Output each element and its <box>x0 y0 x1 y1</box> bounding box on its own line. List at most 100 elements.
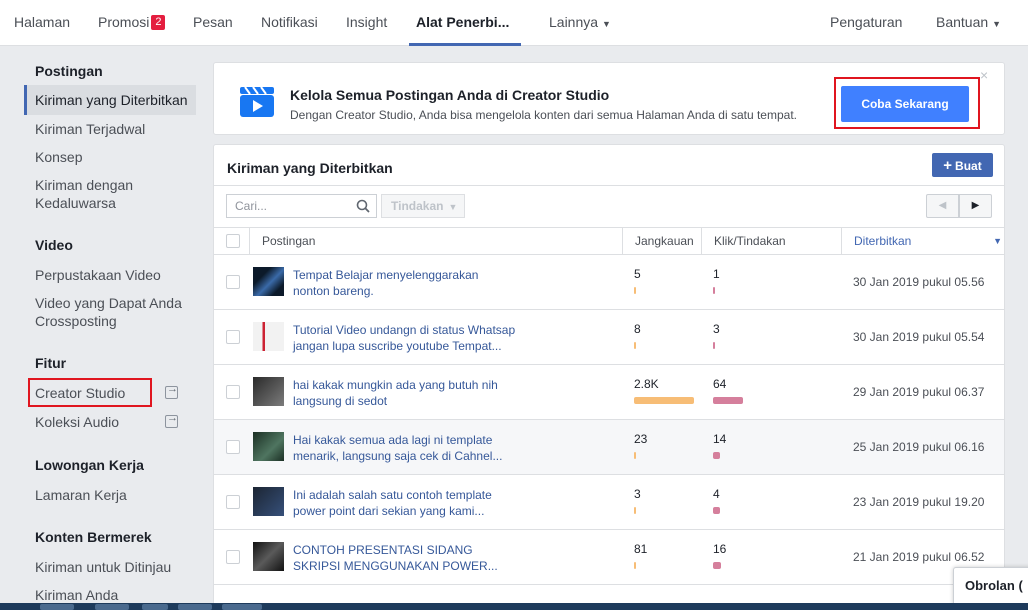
column-reach[interactable]: Jangkauan <box>622 228 701 255</box>
post-thumbnail[interactable] <box>253 542 284 571</box>
sidebar-item-crosspost-video[interactable]: Video yang Dapat Anda Crossposting <box>35 294 195 330</box>
table-row[interactable]: CONTOH PRESENTASI SIDANG SKRIPSI MENGGUN… <box>214 530 1004 585</box>
reach-bar <box>634 507 636 514</box>
nav-notifikasi[interactable]: Notifikasi <box>261 0 318 46</box>
publish-date: 23 Jan 2019 pukul 19.20 <box>853 495 985 509</box>
sidebar-item-posts-for-review[interactable]: Kiriman untuk Ditinjau <box>35 558 195 576</box>
create-button[interactable]: + Buat <box>932 153 993 177</box>
publish-date: 21 Jan 2019 pukul 06.52 <box>853 550 985 564</box>
select-all-checkbox[interactable] <box>226 234 240 248</box>
section-heading: Lowongan Kerja <box>35 457 144 473</box>
sidebar-item-audio-collection[interactable]: Koleksi Audio <box>35 413 155 431</box>
clicks-value: 1 <box>713 267 720 281</box>
column-published[interactable]: Diterbitkan ▼ <box>841 228 1004 255</box>
nav-pesan[interactable]: Pesan <box>193 0 233 46</box>
post-thumbnail[interactable] <box>253 322 284 351</box>
nav-insight[interactable]: Insight <box>346 0 387 46</box>
table-row[interactable]: hai kakak mungkin ada yang butuh nih lan… <box>214 365 1004 420</box>
reach-value: 23 <box>634 432 648 446</box>
nav-label: Bantuan <box>936 14 989 30</box>
banner-description: Dengan Creator Studio, Anda bisa mengelo… <box>290 108 797 122</box>
top-navigation: Halaman Promosi 2 Pesan Notifikasi Insigh… <box>0 0 1028 46</box>
panel-title: Kiriman yang Diterbitkan <box>227 160 393 176</box>
row-checkbox[interactable] <box>226 440 240 454</box>
column-label: Diterbitkan <box>854 234 912 248</box>
search-icon[interactable] <box>356 199 370 213</box>
taskbar-button[interactable] <box>178 604 212 610</box>
taskbar-button[interactable] <box>222 604 262 610</box>
post-thumbnail[interactable] <box>253 377 284 406</box>
prev-page-button[interactable]: ◀ <box>926 194 959 218</box>
divider <box>214 185 1004 186</box>
table-row[interactable]: Hai kakak semua ada lagi ni template men… <box>214 420 1004 475</box>
next-page-button[interactable]: ▶ <box>959 194 992 218</box>
nav-promosi[interactable]: Promosi 2 <box>98 0 166 46</box>
post-title-link[interactable]: Ini adalah salah satu contoh template po… <box>293 487 518 519</box>
reach-value: 8 <box>634 322 641 336</box>
external-link-icon[interactable] <box>165 412 178 428</box>
sidebar-item-your-posts[interactable]: Kiriman Anda <box>35 586 195 604</box>
taskbar-button[interactable] <box>40 604 74 610</box>
nav-label: Promosi <box>98 14 150 30</box>
caret-down-icon: ▼ <box>448 202 458 212</box>
table-row[interactable]: Ini adalah salah satu contoh template po… <box>214 475 1004 530</box>
row-checkbox[interactable] <box>226 550 240 564</box>
sidebar-item-video-library[interactable]: Perpustakaan Video <box>35 266 195 284</box>
nav-settings[interactable]: Pengaturan <box>830 0 902 46</box>
reach-bar <box>634 397 694 404</box>
clicks-value: 64 <box>713 377 727 391</box>
reach-value: 2.8K <box>634 377 659 391</box>
row-checkbox[interactable] <box>226 275 240 289</box>
nav-publishing-tools[interactable]: Alat Penerbi... <box>409 0 521 46</box>
post-thumbnail[interactable] <box>253 487 284 516</box>
button-label: Buat <box>955 158 982 173</box>
reach-bar <box>634 287 636 294</box>
nav-halaman[interactable]: Halaman <box>14 0 70 46</box>
publish-date: 30 Jan 2019 pukul 05.54 <box>853 330 985 344</box>
post-title-link[interactable]: Hai kakak semua ada lagi ni template men… <box>293 432 518 464</box>
taskbar-button[interactable] <box>142 604 168 610</box>
row-checkbox[interactable] <box>226 385 240 399</box>
table-row[interactable]: Tutorial Video undangn di status Whatsap… <box>214 310 1004 365</box>
highlight-box <box>28 378 152 407</box>
post-title-link[interactable]: CONTOH PRESENTASI SIDANG SKRIPSI MENGGUN… <box>293 542 518 574</box>
row-checkbox[interactable] <box>226 495 240 509</box>
column-clicks[interactable]: Klik/Tindakan <box>701 228 841 255</box>
post-title-link[interactable]: Tempat Belajar menyelenggarakan nonton b… <box>293 267 518 299</box>
banner-title: Kelola Semua Postingan Anda di Creator S… <box>290 87 610 103</box>
sidebar-item-job-applications[interactable]: Lamaran Kerja <box>35 486 195 504</box>
button-label: Tindakan <box>391 199 444 213</box>
clicks-value: 4 <box>713 487 720 501</box>
nav-help[interactable]: Bantuan ▼ <box>936 0 1001 46</box>
close-icon[interactable]: × <box>980 67 988 83</box>
search-input[interactable] <box>226 194 377 218</box>
row-checkbox[interactable] <box>226 330 240 344</box>
post-thumbnail[interactable] <box>253 432 284 461</box>
post-thumbnail[interactable] <box>253 267 284 296</box>
actions-dropdown[interactable]: Tindakan ▼ <box>381 194 465 218</box>
nav-label: Lainnya <box>549 14 599 30</box>
nav-lainnya[interactable]: Lainnya ▼ <box>549 0 611 46</box>
section-heading: Fitur <box>35 355 67 371</box>
external-link-icon[interactable] <box>165 383 178 399</box>
section-heading: Konten Bermerek <box>35 529 152 545</box>
chat-label: Obrolan ( <box>965 578 1023 593</box>
post-title-link[interactable]: hai kakak mungkin ada yang butuh nih lan… <box>293 377 518 409</box>
post-title-link[interactable]: Tutorial Video undangn di status Whatsap… <box>293 322 518 354</box>
sidebar-item-published-posts[interactable]: Kiriman yang Diterbitkan <box>24 85 196 115</box>
table-row[interactable]: Tempat Belajar menyelenggarakan nonton b… <box>214 255 1004 310</box>
reach-value: 5 <box>634 267 641 281</box>
clicks-bar <box>713 397 743 404</box>
clicks-bar <box>713 287 715 294</box>
column-post[interactable]: Postingan <box>249 228 622 255</box>
sidebar-item-scheduled-posts[interactable]: Kiriman Terjadwal <box>35 120 195 138</box>
clicks-bar <box>713 342 715 349</box>
sidebar-item-drafts[interactable]: Konsep <box>35 148 195 166</box>
section-heading: Postingan <box>35 63 103 79</box>
chat-tab[interactable]: Obrolan ( <box>953 567 1028 607</box>
chevron-right-icon: ▶ <box>971 200 980 211</box>
taskbar-button[interactable] <box>95 604 129 610</box>
publish-date: 25 Jan 2019 pukul 06.16 <box>853 440 985 454</box>
sidebar-item-expiring-posts[interactable]: Kiriman dengan Kedaluwarsa <box>35 176 165 212</box>
notification-badge: 2 <box>151 15 166 30</box>
